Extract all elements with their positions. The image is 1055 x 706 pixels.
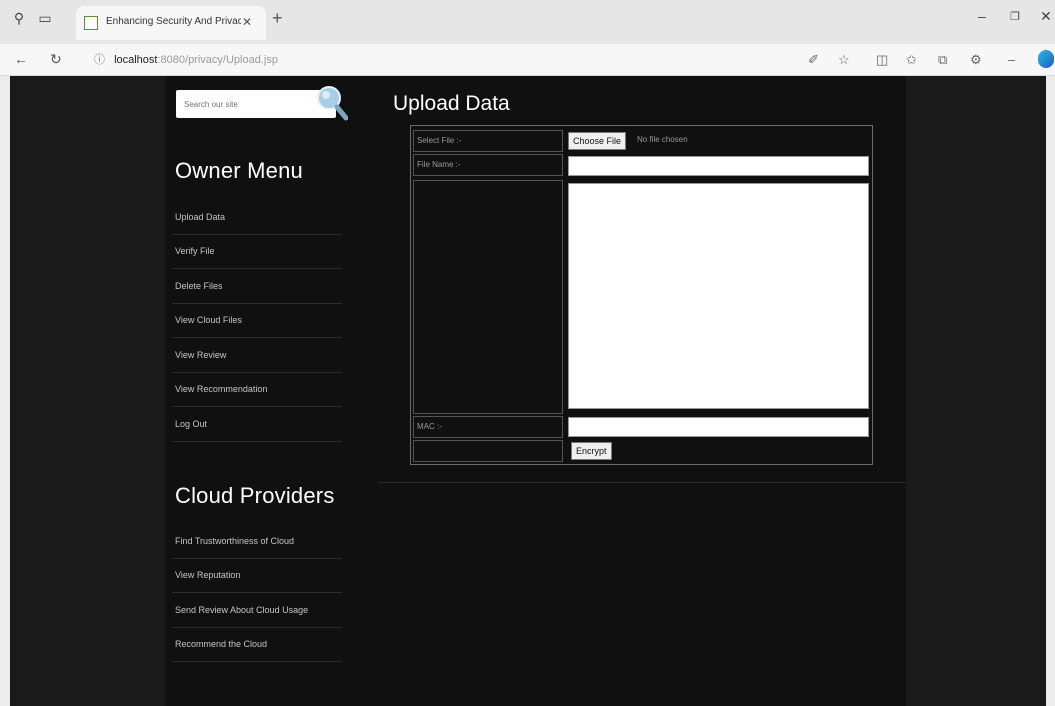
search-icon[interactable] bbox=[314, 84, 348, 122]
minimize-icon[interactable]: – bbox=[978, 8, 986, 24]
menu-link[interactable]: View Review bbox=[175, 350, 226, 360]
new-tab-icon[interactable]: + bbox=[272, 8, 283, 29]
menu-link[interactable]: Recommend the Cloud bbox=[175, 639, 267, 649]
upload-form: Select File :- Choose File No file chose… bbox=[410, 125, 873, 465]
split-screen-icon[interactable]: ◫ bbox=[876, 52, 888, 68]
encrypt-button[interactable]: Encrypt bbox=[571, 442, 612, 460]
browser-tab-bar: ⚲ ▭ Enhancing Security And Privacy ✕ + –… bbox=[0, 0, 1055, 44]
mac-label: MAC :- bbox=[413, 416, 563, 438]
cloud-providers-list: Find Trustworthiness of Cloud View Reput… bbox=[172, 524, 342, 662]
close-window-icon[interactable]: ✕ bbox=[1040, 8, 1052, 25]
page-body: Owner Menu Upload Data Verify File Delet… bbox=[10, 76, 1046, 706]
restore-icon[interactable]: ❐ bbox=[1010, 10, 1020, 23]
menu-item-view-cloud-files[interactable]: View Cloud Files bbox=[172, 304, 342, 338]
owner-menu-title: Owner Menu bbox=[175, 158, 303, 183]
menu-link[interactable]: View Reputation bbox=[175, 570, 240, 580]
right-margin bbox=[906, 76, 1046, 706]
back-arrow-icon[interactable]: ← bbox=[14, 51, 28, 67]
content-divider bbox=[378, 482, 906, 483]
menu-item-send-review[interactable]: Send Review About Cloud Usage bbox=[172, 593, 342, 628]
read-aloud-icon[interactable]: ✐ bbox=[808, 52, 819, 68]
tab-title: Enhancing Security And Privacy bbox=[106, 16, 241, 27]
favorite-star-icon[interactable]: ☆ bbox=[838, 52, 850, 68]
menu-item-delete-files[interactable]: Delete Files bbox=[172, 269, 342, 304]
menu-link[interactable]: Find Trustworthiness of Cloud bbox=[175, 536, 294, 546]
select-file-label: Select File :- bbox=[413, 130, 563, 152]
menu-item-view-recommendation[interactable]: View Recommendation bbox=[172, 373, 342, 407]
menu-item-log-out[interactable]: Log Out bbox=[172, 407, 342, 442]
file-name-input[interactable] bbox=[568, 156, 869, 176]
menu-link[interactable]: Verify File bbox=[175, 246, 215, 256]
cloud-providers-title: Cloud Providers bbox=[175, 483, 335, 508]
menu-item-find-trustworthiness[interactable]: Find Trustworthiness of Cloud bbox=[172, 524, 342, 559]
menu-link[interactable]: Send Review About Cloud Usage bbox=[175, 605, 308, 615]
content-label bbox=[413, 180, 563, 414]
menu-link[interactable]: Upload Data bbox=[175, 212, 225, 222]
menu-item-view-review[interactable]: View Review bbox=[172, 338, 342, 373]
search-input[interactable] bbox=[176, 90, 296, 118]
info-icon[interactable]: ⓘ bbox=[94, 54, 105, 66]
url-path: :8080/privacy/Upload.jsp bbox=[157, 54, 278, 66]
profile-icon[interactable]: ⚲ bbox=[10, 9, 28, 27]
page-title: Upload Data bbox=[393, 92, 510, 115]
choose-file-button[interactable]: Choose File bbox=[568, 132, 627, 150]
page-favicon-icon bbox=[84, 16, 98, 30]
url-field[interactable]: ⓘ localhost:8080/privacy/Upload.jsp bbox=[94, 50, 794, 70]
encrypt-label-cell bbox=[413, 440, 563, 462]
copilot-icon[interactable] bbox=[1038, 50, 1054, 68]
left-margin bbox=[10, 76, 165, 706]
tab-close-icon[interactable]: ✕ bbox=[242, 15, 252, 29]
extensions-icon[interactable]: ⚙ bbox=[970, 52, 982, 68]
more-menu-icon[interactable]: – bbox=[1008, 52, 1015, 67]
favorites-icon[interactable]: ✩ bbox=[906, 52, 917, 68]
menu-item-recommend-cloud[interactable]: Recommend the Cloud bbox=[172, 628, 342, 662]
refresh-icon[interactable]: ↻ bbox=[50, 51, 62, 68]
menu-link[interactable]: View Cloud Files bbox=[175, 315, 242, 325]
mac-input[interactable] bbox=[568, 417, 869, 437]
owner-menu-list: Upload Data Verify File Delete Files Vie… bbox=[172, 200, 342, 442]
menu-item-view-reputation[interactable]: View Reputation bbox=[172, 559, 342, 593]
file-name-label: File Name :- bbox=[413, 154, 563, 176]
search-box bbox=[176, 90, 336, 118]
menu-link[interactable]: Log Out bbox=[175, 419, 207, 429]
no-file-text: No file chosen bbox=[637, 135, 688, 144]
collections-icon[interactable]: ⧉ bbox=[938, 52, 947, 68]
menu-link[interactable]: View Recommendation bbox=[175, 384, 267, 394]
address-bar: ← ↻ ⓘ localhost:8080/privacy/Upload.jsp … bbox=[0, 44, 1055, 76]
url-host: localhost bbox=[114, 54, 158, 66]
menu-item-upload-data[interactable]: Upload Data bbox=[172, 200, 342, 235]
menu-link[interactable]: Delete Files bbox=[175, 281, 223, 291]
tab-actions-icon[interactable]: ▭ bbox=[36, 9, 54, 27]
file-content-textarea[interactable] bbox=[568, 183, 869, 409]
menu-item-verify-file[interactable]: Verify File bbox=[172, 235, 342, 269]
browser-tab-active[interactable]: Enhancing Security And Privacy ✕ bbox=[76, 6, 266, 40]
